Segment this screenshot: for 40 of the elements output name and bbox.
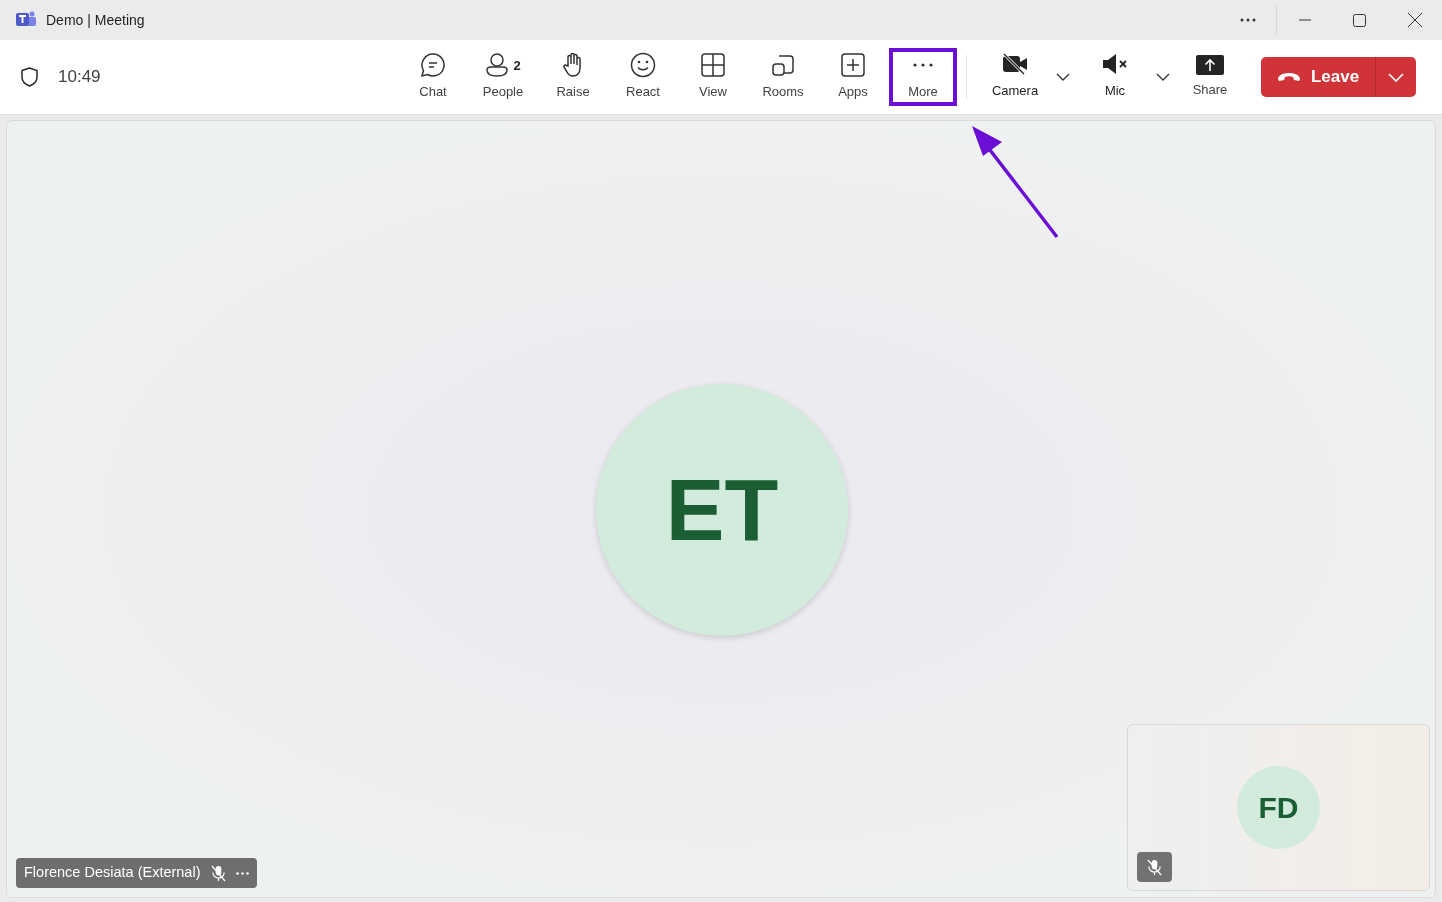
view-button[interactable]: View xyxy=(678,48,748,106)
camera-off-icon xyxy=(1002,53,1028,76)
more-button[interactable]: More xyxy=(889,48,957,106)
more-icon xyxy=(913,63,933,68)
meeting-timer: 10:49 xyxy=(58,66,101,89)
mic-off-icon xyxy=(210,864,226,882)
share-screen-icon xyxy=(1196,54,1224,77)
person-icon xyxy=(485,52,510,79)
avatar-initials: ET xyxy=(665,459,779,561)
minimize-icon xyxy=(1298,19,1311,21)
chat-button[interactable]: Chat xyxy=(398,48,468,106)
window-title: Demo | Meeting xyxy=(46,10,145,30)
camera-button[interactable]: Camera xyxy=(975,48,1055,106)
chevron-down-icon xyxy=(1388,72,1404,82)
mic-off-icon xyxy=(1147,858,1162,876)
hang-up-icon xyxy=(1276,72,1301,82)
avatar-initials: FD xyxy=(1258,790,1299,826)
close-icon xyxy=(1407,13,1422,27)
smiley-icon xyxy=(630,52,656,79)
share-button[interactable]: Share xyxy=(1175,42,1245,112)
chat-icon xyxy=(420,52,446,79)
speaker-muted-icon xyxy=(1102,53,1128,76)
rooms-icon xyxy=(771,53,795,78)
people-button[interactable]: 2 People xyxy=(468,48,538,106)
participant-name: Florence Desiata (External) xyxy=(24,863,201,883)
mic-button[interactable]: Mic xyxy=(1075,48,1155,106)
react-button[interactable]: React xyxy=(608,48,678,106)
raise-button[interactable]: Raise xyxy=(538,48,608,106)
more-icon xyxy=(235,871,249,875)
rooms-button[interactable]: Rooms xyxy=(748,48,818,106)
chevron-down-icon xyxy=(1056,73,1070,81)
people-count: 2 xyxy=(513,56,521,75)
more-icon xyxy=(1240,18,1256,22)
shield-icon xyxy=(21,67,38,87)
app-logo-icon xyxy=(16,11,36,29)
chevron-down-icon xyxy=(1156,73,1170,81)
maximize-icon xyxy=(1353,13,1366,27)
grid-icon xyxy=(701,53,725,78)
add-icon xyxy=(841,53,865,78)
apps-button[interactable]: Apps xyxy=(818,48,888,106)
